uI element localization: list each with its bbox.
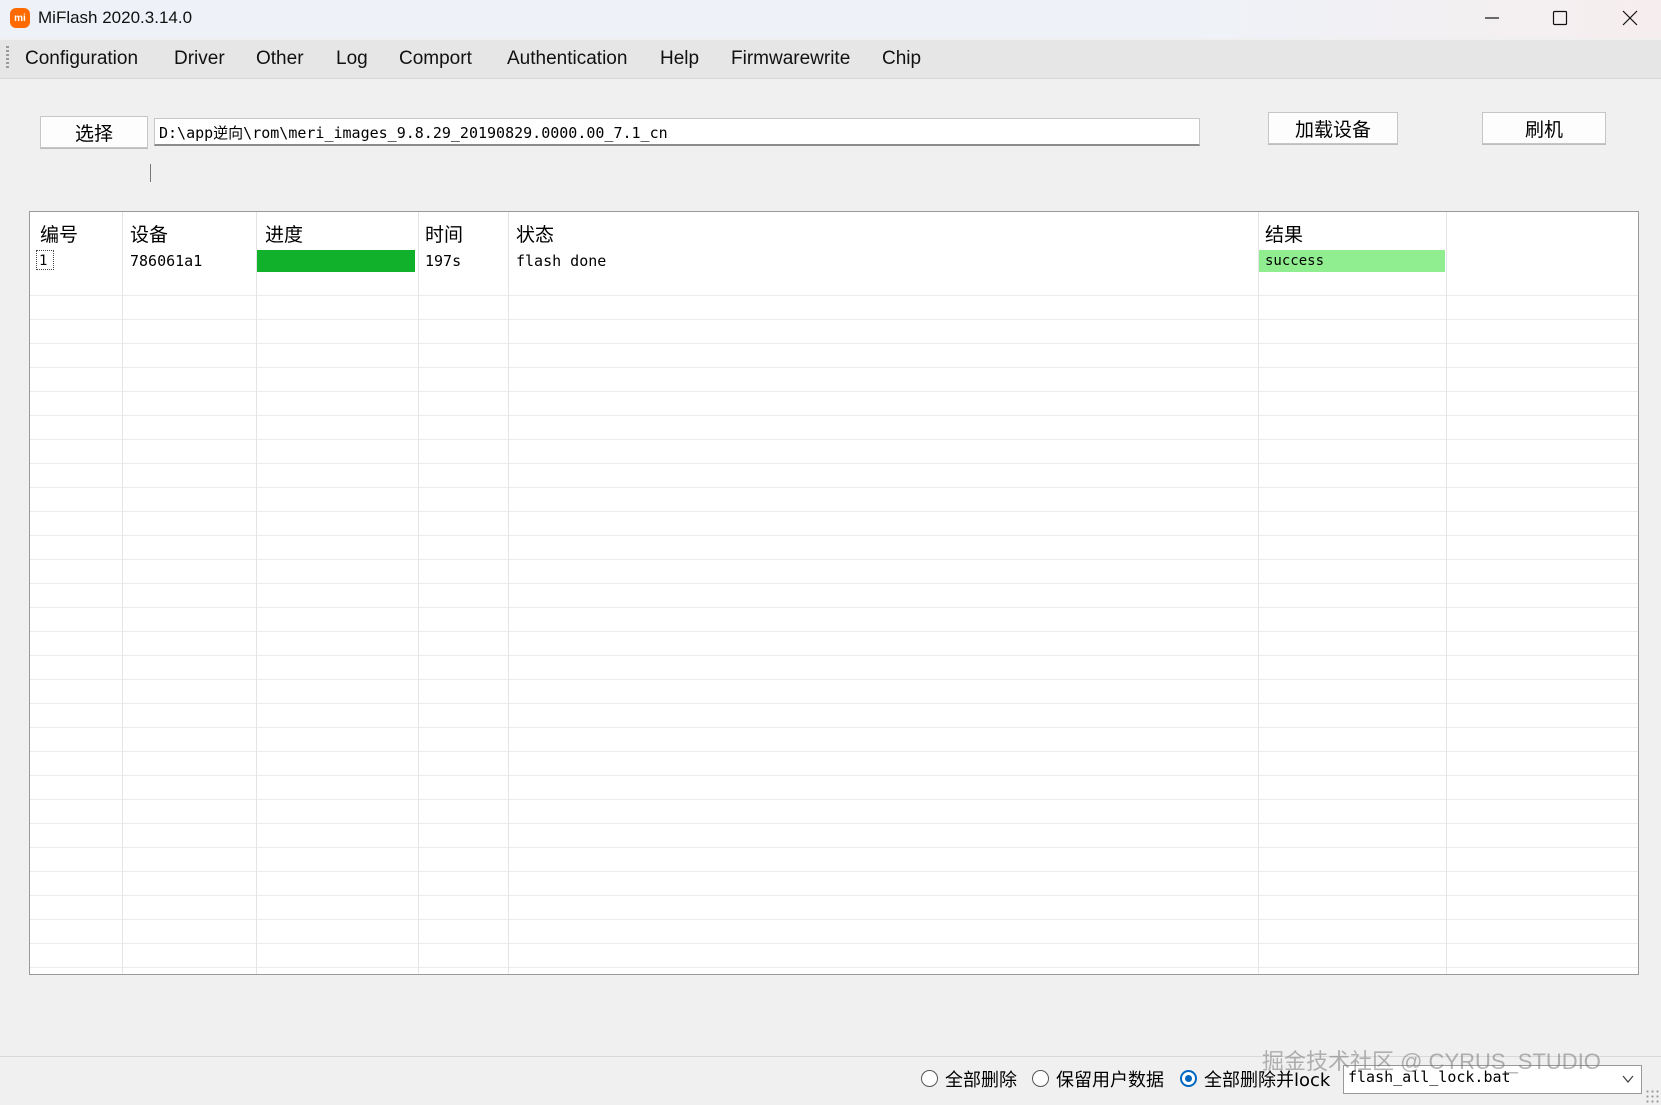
select-folder-button[interactable]: 选择: [40, 116, 148, 148]
grid-col-divider: [508, 212, 509, 974]
load-devices-button[interactable]: 加载设备: [1268, 112, 1398, 144]
grid-row-lines: [30, 272, 1638, 974]
grid-col-divider: [122, 212, 123, 974]
minimize-icon: [1485, 17, 1499, 19]
grid-col-divider: [1446, 212, 1447, 974]
menu-comport[interactable]: Comport: [399, 48, 472, 70]
status-cell[interactable]: flash done: [516, 249, 606, 273]
menu-firmwarewrite[interactable]: Firmwarewrite: [731, 48, 850, 70]
minimize-button[interactable]: [1457, 0, 1527, 36]
title-bar: mi MiFlash 2020.3.14.0: [0, 0, 1661, 38]
column-header-result[interactable]: 结果: [1265, 220, 1303, 247]
menu-authentication[interactable]: Authentication: [507, 48, 627, 70]
menu-other[interactable]: Other: [256, 48, 304, 70]
radio-clean-all-and-lock[interactable]: [1180, 1070, 1197, 1087]
menu-chip[interactable]: Chip: [882, 48, 921, 70]
column-header-time[interactable]: 时间: [425, 220, 463, 247]
window-title: MiFlash 2020.3.14.0: [38, 8, 193, 27]
device-grid[interactable]: 编号 设备 进度 时间 状态 结果 1 786061a1 197s flash …: [29, 211, 1639, 975]
column-header-device[interactable]: 设备: [130, 220, 168, 247]
radio-clean-all[interactable]: [921, 1070, 938, 1087]
menu-grip: [6, 46, 9, 70]
radio-save-user-data[interactable]: [1032, 1070, 1049, 1087]
column-header-status[interactable]: 状态: [516, 220, 554, 247]
device-serial-cell[interactable]: 786061a1: [130, 249, 202, 273]
resize-grip[interactable]: [1645, 1089, 1659, 1103]
menu-help[interactable]: Help: [660, 48, 699, 70]
rom-path-field[interactable]: D:\app逆向\rom\meri_images_9.8.29_20190829…: [154, 118, 1200, 146]
radio-save-user-data-label[interactable]: 保留用户数据: [1056, 1066, 1164, 1092]
close-icon: [1622, 10, 1638, 26]
text-caret: [150, 164, 151, 182]
maximize-button[interactable]: [1525, 0, 1595, 36]
column-header-progress[interactable]: 进度: [265, 220, 303, 247]
menu-log[interactable]: Log: [336, 48, 368, 70]
radio-clean-all-label[interactable]: 全部删除: [945, 1066, 1017, 1092]
time-cell[interactable]: 197s: [425, 249, 461, 273]
flash-button[interactable]: 刷机: [1482, 112, 1606, 144]
grid-col-divider: [418, 212, 419, 974]
row-id-cell[interactable]: 1: [36, 250, 54, 270]
maximize-icon: [1552, 10, 1568, 26]
column-header-id[interactable]: 编号: [40, 220, 78, 247]
menu-driver[interactable]: Driver: [174, 48, 225, 70]
chevron-down-icon: [1622, 1075, 1634, 1084]
grid-col-divider: [256, 212, 257, 974]
result-cell[interactable]: success: [1259, 250, 1445, 272]
menu-bar: Configuration Driver Other Log Comport A…: [0, 40, 1661, 79]
app-logo-icon: mi: [10, 8, 30, 28]
progress-fill: [257, 250, 415, 272]
menu-configuration[interactable]: Configuration: [25, 48, 138, 70]
grid-col-divider: [1258, 212, 1259, 974]
close-button[interactable]: [1595, 0, 1661, 36]
progress-bar: [257, 250, 415, 272]
watermark: 掘金技术社区 @ CYRUS_STUDIO: [1262, 1049, 1601, 1074]
